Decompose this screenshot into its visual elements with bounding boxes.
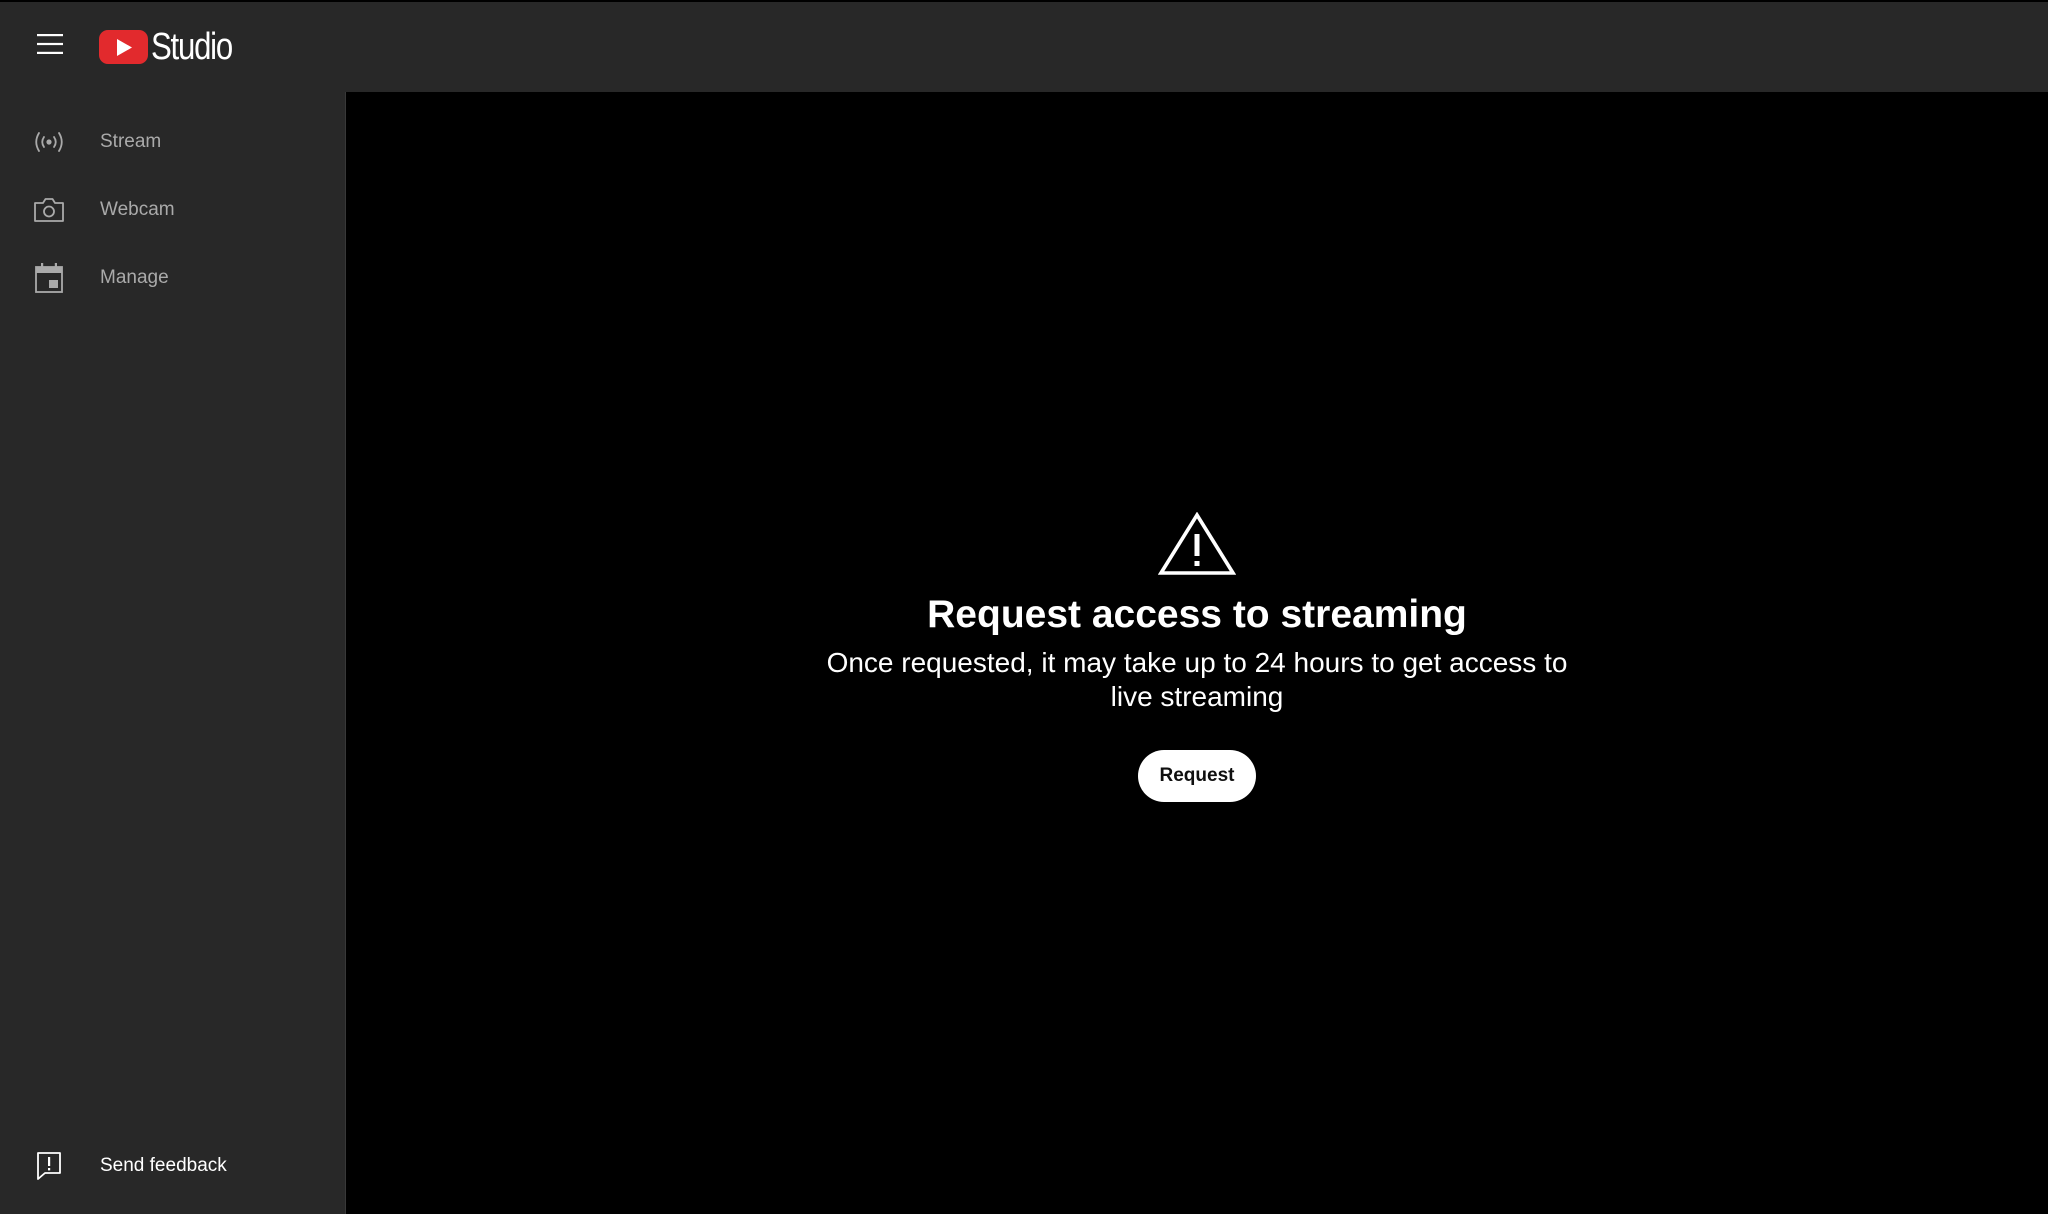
menu-button[interactable] bbox=[22, 16, 78, 72]
page-title: Request access to streaming bbox=[927, 593, 1467, 636]
camera-icon bbox=[32, 193, 66, 227]
warning-icon bbox=[1158, 512, 1236, 575]
feedback-icon bbox=[32, 1149, 66, 1183]
studio-app: Studio Stream Webcam Manage Send feedbac… bbox=[0, 0, 2048, 1214]
access-request-panel: Request access to streaming Once request… bbox=[346, 512, 2048, 802]
sidebar-item-label: Stream bbox=[100, 131, 162, 152]
sidebar-item-webcam[interactable]: Webcam bbox=[0, 176, 345, 244]
sidebar-item-stream[interactable]: Stream bbox=[0, 108, 345, 176]
main-content: Request access to streaming Once request… bbox=[346, 92, 2048, 1214]
sidebar-item-manage[interactable]: Manage bbox=[0, 244, 345, 312]
calendar-icon bbox=[32, 261, 66, 295]
studio-logo[interactable]: Studio bbox=[99, 28, 250, 66]
logo-text: Studio bbox=[151, 26, 233, 68]
sidebar-item-label: Webcam bbox=[100, 199, 175, 220]
sidebar: Stream Webcam Manage Send feedback bbox=[0, 92, 346, 1214]
send-feedback-button[interactable]: Send feedback bbox=[0, 1132, 345, 1200]
broadcast-icon bbox=[32, 125, 66, 159]
request-button[interactable]: Request bbox=[1137, 750, 1257, 802]
top-header: Studio bbox=[0, 2, 2048, 92]
youtube-play-icon bbox=[99, 30, 148, 64]
send-feedback-label: Send feedback bbox=[100, 1155, 227, 1176]
sidebar-item-label: Manage bbox=[100, 267, 169, 288]
hamburger-menu-icon bbox=[37, 34, 63, 54]
page-subtitle: Once requested, it may take up to 24 hou… bbox=[826, 647, 1568, 712]
